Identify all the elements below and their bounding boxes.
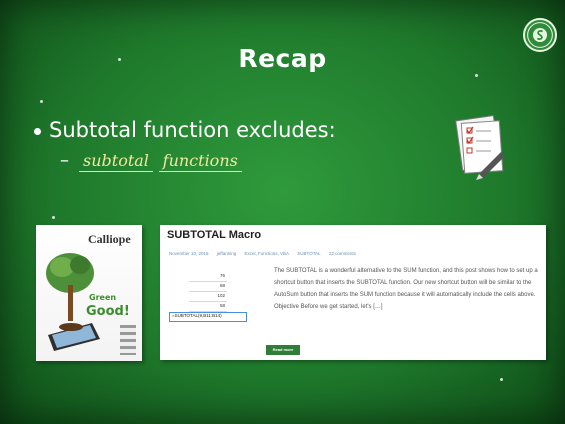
- read-more-button: Read more: [266, 345, 300, 355]
- seal-logo-icon: [523, 18, 557, 52]
- sparkle: [500, 378, 503, 381]
- bullet-text: Subtotal function excludes:: [49, 118, 336, 142]
- sub-bullet: – subtotal functions: [60, 150, 242, 172]
- sheet-cell: 68: [189, 283, 227, 292]
- sub-bullet-dash: –: [60, 150, 69, 171]
- sheet-cell: 102: [189, 293, 227, 302]
- handwritten-word-subtotal: subtotal: [79, 151, 153, 172]
- blog-post-meta: November 10, 2015 jeffanning Excel, Func…: [169, 251, 363, 256]
- meta-tag: SUBTOTAL: [297, 251, 321, 256]
- meta-categories: Excel, Functions, VBA: [244, 251, 290, 256]
- sparkle: [40, 100, 43, 103]
- sheet-formula-cell: =SUBTOTAL(9,B11:B14): [169, 312, 247, 322]
- meta-author: jeffanning: [216, 251, 237, 256]
- checklist-notepad-icon: [449, 112, 509, 182]
- magazine-cover-image: Calliope Green Good!: [36, 225, 142, 361]
- magazine-line-good: Good!: [86, 304, 130, 319]
- slide-title: Recap: [238, 44, 327, 73]
- blog-post-screenshot: SUBTOTAL Macro November 10, 2015 jeffann…: [160, 225, 546, 360]
- sparkle: [475, 74, 478, 77]
- bullet-item: Subtotal function excludes:: [34, 118, 336, 142]
- magazine-side-thumbs: [120, 325, 136, 355]
- sparkle: [52, 216, 55, 219]
- sheet-cell: 58: [189, 303, 227, 312]
- meta-date: November 10, 2015: [169, 251, 209, 256]
- bullet-dot: [34, 127, 41, 135]
- sheet-cell: 76: [189, 273, 227, 282]
- handwritten-word-functions: functions: [158, 151, 242, 172]
- magazine-line-green: Green: [89, 293, 117, 302]
- spreadsheet-snippet: 76 68 102 58 =SUBTOTAL(9,B11:B14): [169, 273, 247, 323]
- blog-post-excerpt: The SUBTOTAL is a wonderful alternative …: [274, 268, 538, 310]
- meta-comments: 22 comments: [328, 251, 356, 256]
- blog-post-title: SUBTOTAL Macro: [167, 229, 262, 241]
